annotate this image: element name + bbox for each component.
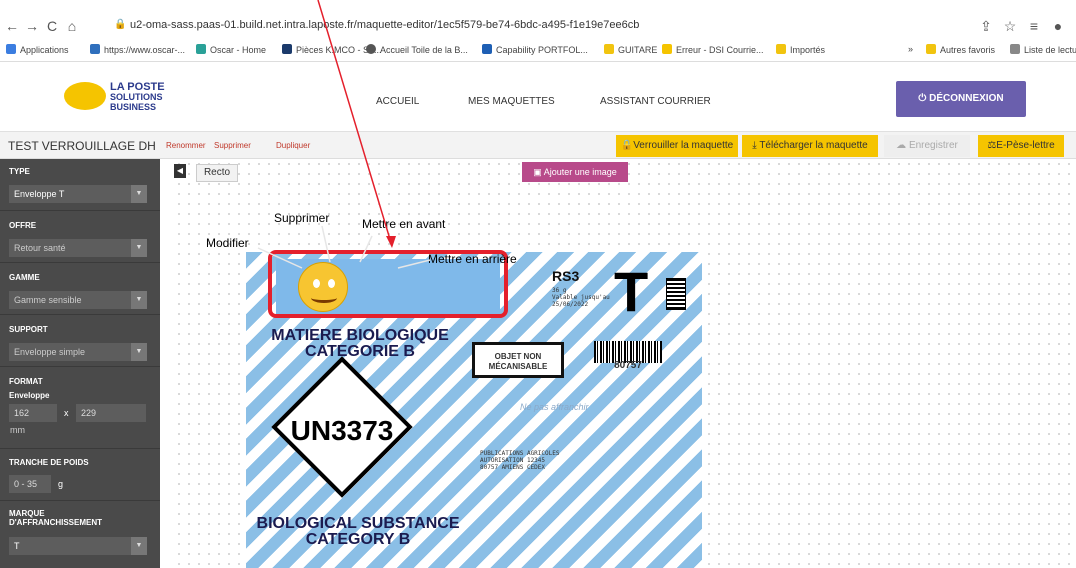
avant-arrow-icon	[359, 235, 373, 263]
arriere-arrow-icon	[397, 259, 431, 269]
modifier-arrow-icon	[257, 247, 303, 269]
annotation-arrows	[257, 0, 431, 269]
supprimer-arrow-icon	[321, 225, 331, 263]
red-arrowhead-icon	[386, 236, 396, 248]
red-arrow-line	[317, 0, 393, 247]
